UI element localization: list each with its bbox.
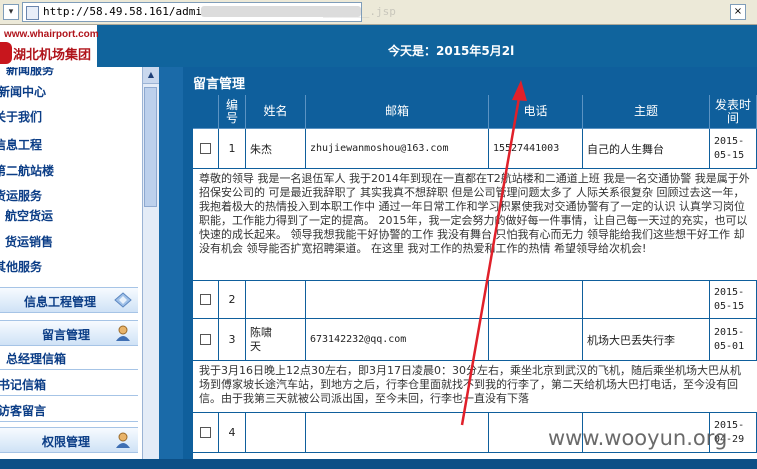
watermark: www.wooyun.org	[548, 426, 728, 450]
row-date: 2015-05-01	[710, 319, 757, 361]
message-table: 编号 姓名 邮箱 电话 主题 发表时间 1 朱杰 zhujiewanmoshou…	[193, 95, 757, 469]
row-phone	[489, 319, 583, 361]
back-dropdown-icon[interactable]: ▾	[3, 4, 19, 20]
header-email: 邮箱	[306, 95, 489, 129]
scrollbar-thumb[interactable]	[144, 87, 157, 207]
row-checkbox[interactable]	[200, 143, 211, 154]
sidebar-link-info-engineering[interactable]: 信息工程	[0, 136, 42, 153]
table-row: 1 朱杰 zhujiewanmoshou@163.com 15527441003…	[193, 129, 757, 169]
row-name	[246, 281, 306, 319]
user-icon	[116, 325, 130, 341]
header-date: 发表时间	[710, 95, 757, 129]
sidebar-section-label: 信息工程管理	[24, 295, 97, 309]
logo-mark-icon	[0, 42, 12, 64]
row-subject: 自己的人生舞台	[583, 129, 710, 169]
row-email: 673142232@qq.com	[306, 319, 489, 361]
url-input[interactable]: http://58.49.58.161/admin/ _______.jsp	[22, 2, 396, 22]
row-id: 2	[219, 281, 246, 319]
row-date: 2015-05-15	[710, 281, 757, 319]
sidebar-divider	[0, 395, 138, 396]
sidebar-section-label: 留言管理	[42, 328, 91, 342]
sidebar-link-cargo-service[interactable]: 货运服务	[0, 187, 42, 204]
row-name	[246, 413, 306, 453]
sidebar-link-air-cargo[interactable]: 航空货运	[5, 207, 53, 224]
row-id: 3	[219, 319, 246, 361]
site-header: www.whairport.com 湖北机场集团 今天是：2015年5月2l	[0, 25, 757, 67]
sidebar-divider	[0, 421, 138, 422]
scroll-up-arrow-icon[interactable]: ▲	[143, 67, 159, 84]
row-email: zhujiewanmoshou@163.com	[306, 129, 489, 169]
sidebar-scrollbar[interactable]: ▲	[142, 67, 159, 469]
sidebar-link-about-us[interactable]: 关于我们	[0, 108, 42, 125]
sidebar-link-cargo-sales[interactable]: 货运销售	[5, 233, 53, 250]
row-name: 朱杰	[246, 129, 306, 169]
row-phone: 15527441003	[489, 129, 583, 169]
logo-url: www.whairport.com	[4, 29, 99, 40]
sidebar-link-secretary-mailbox[interactable]: 书记信箱	[0, 376, 46, 393]
row-select-cell	[193, 413, 219, 453]
row-select-cell	[193, 319, 219, 361]
row-message: 我于3月16日晚上12点30左右，即3月17日凌晨0：30分左右，乘坐北京到武汉…	[193, 361, 757, 413]
row-checkbox[interactable]	[200, 294, 211, 305]
row-checkbox[interactable]	[200, 427, 211, 438]
header-subject: 主题	[583, 95, 710, 129]
sidebar-section-permission-admin[interactable]: 权限管理	[0, 427, 138, 453]
url-text: http://58.49.58.161/admin/	[43, 5, 216, 18]
site-logo: www.whairport.com 湖北机场集团	[0, 25, 99, 67]
table-row: 2 2015-05-15	[193, 281, 757, 319]
row-phone	[489, 281, 583, 319]
page-icon	[26, 6, 39, 20]
row-subject: 机场大巴丢失行李	[583, 319, 710, 361]
panel-title: 留言管理	[193, 77, 246, 92]
sidebar: 新闻服务 新闻中心 关于我们 信息工程 第二航站楼 货运服务 航空货运 货运销售…	[0, 67, 142, 469]
url-tail-text: _______.jsp	[323, 5, 396, 18]
sidebar-link-other-services[interactable]: 其他服务	[0, 258, 42, 275]
header-name: 姓名	[246, 95, 306, 129]
sidebar-section-info-engineering-admin[interactable]: 信息工程管理	[0, 287, 138, 313]
browser-address-bar: ▾ http://58.49.58.161/admin/ _______.jsp…	[0, 0, 757, 25]
bottom-status-bar	[0, 459, 757, 469]
panel-title-bar: 留言管理	[183, 69, 757, 93]
sidebar-link-visitor-messages[interactable]: 访客留言	[0, 402, 46, 419]
sidebar-link-news-service[interactable]: 新闻服务	[6, 67, 54, 78]
row-checkbox[interactable]	[200, 334, 211, 345]
sidebar-link-gm-mailbox[interactable]: 总经理信箱	[6, 350, 66, 367]
sidebar-section-message-admin[interactable]: 留言管理	[0, 320, 138, 346]
frame-gutter	[159, 67, 183, 469]
table-header-row: 编号 姓名 邮箱 电话 主题 发表时间	[193, 95, 757, 129]
user-icon	[116, 432, 130, 448]
row-id: 4	[219, 413, 246, 453]
row-id: 1	[219, 129, 246, 169]
today-date: 今天是：2015年5月2l	[388, 44, 515, 58]
sidebar-link-news-center[interactable]: 新闻中心	[0, 83, 46, 100]
close-tab-icon[interactable]: ×	[730, 4, 746, 20]
message-admin-panel: 留言管理 编号 姓名 邮箱 电话 主题 发表时间 1 朱杰 zhujiewanm…	[183, 67, 757, 469]
row-email	[306, 413, 489, 453]
row-date: 2015-05-15	[710, 129, 757, 169]
header-id: 编号	[219, 95, 246, 129]
row-name: 陈啸天	[246, 319, 306, 361]
header-phone: 电话	[489, 95, 583, 129]
table-row: 3 陈啸天 673142232@qq.com 机场大巴丢失行李 2015-05-…	[193, 319, 757, 361]
row-select-cell	[193, 281, 219, 319]
diamond-icon	[114, 292, 132, 308]
header-select	[193, 95, 219, 129]
sidebar-divider	[0, 369, 138, 370]
row-email	[306, 281, 489, 319]
sidebar-link-terminal-2[interactable]: 第二航站楼	[0, 162, 54, 179]
logo-name: 湖北机场集团	[13, 48, 92, 63]
row-message: 尊敬的领导 我是一名退伍军人 我于2014年到现在一直都在T2航站楼和二通道上班…	[193, 169, 757, 281]
row-subject	[583, 281, 710, 319]
sidebar-section-label: 权限管理	[42, 435, 91, 449]
row-select-cell	[193, 129, 219, 169]
